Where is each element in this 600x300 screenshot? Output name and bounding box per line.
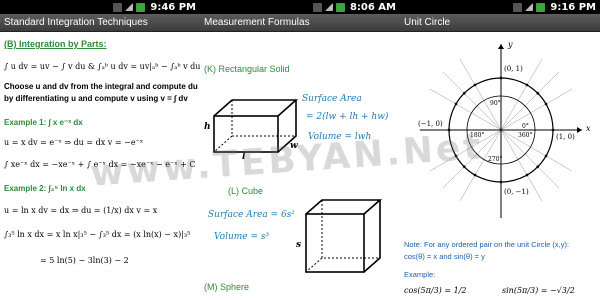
battery-icon bbox=[136, 2, 146, 12]
deg-180: 180° bbox=[470, 132, 485, 139]
status-time: 8:06 AM bbox=[349, 1, 396, 13]
example-cos: cos(5π/3) = 1/2 bbox=[404, 286, 467, 295]
point-top: (0, 1) bbox=[504, 65, 523, 73]
axis-x-label: x bbox=[586, 124, 591, 133]
screen-integration: 9:46 PM Standard Integration Techniques … bbox=[0, 0, 200, 300]
example-2-line-3: = 5 ln(5) − 3ln(3) − 2 bbox=[40, 256, 129, 265]
status-time: 9:46 PM bbox=[150, 1, 196, 13]
section-k-title: (K) Rectangular Solid bbox=[204, 64, 290, 74]
status-bar: 9:46 PM bbox=[0, 0, 200, 14]
rectangular-solid-figure bbox=[213, 99, 299, 153]
network-3g-icon bbox=[113, 2, 123, 12]
l-volume-formula: Volume = s³ bbox=[214, 232, 270, 242]
measurement-content: (K) Rectangular Solid h l w Surface Area… bbox=[200, 32, 400, 300]
app-title: Measurement Formulas bbox=[200, 14, 400, 32]
deg-270: 270° bbox=[488, 156, 503, 163]
unit-circle-diagram bbox=[419, 44, 583, 218]
network-3g-icon bbox=[513, 2, 523, 12]
battery-icon bbox=[536, 2, 546, 12]
example-2-heading: Example 2: ∫₃⁵ ln x dx bbox=[4, 184, 86, 193]
angle-ray bbox=[459, 129, 502, 202]
example-2-line-1: u = ln x dv = dx ⇒ du = (1/x) dx v = x bbox=[4, 206, 158, 215]
deg-360: 360° bbox=[518, 132, 533, 139]
example-1-heading: Example 1: ∫ x e⁻ˣ dx bbox=[4, 118, 83, 127]
label-w: w bbox=[290, 141, 298, 151]
screenshot-collage: 9:46 PM Standard Integration Techniques … bbox=[0, 0, 600, 300]
angle-ray bbox=[459, 58, 502, 131]
k-volume-formula: Volume = lwh bbox=[308, 132, 372, 142]
example-label: Example: bbox=[404, 270, 436, 279]
angle-ray bbox=[500, 71, 560, 131]
section-m-title: (M) Sphere bbox=[204, 282, 250, 292]
signal-bars-icon bbox=[525, 3, 534, 11]
section-l-title: (L) Cube bbox=[228, 186, 264, 196]
k-surface-formula: = 2(lw + lh + hw) bbox=[306, 112, 389, 122]
label-h: h bbox=[204, 122, 211, 132]
signal-bars-icon bbox=[125, 3, 134, 11]
deg-0: 0° bbox=[522, 123, 529, 130]
angle-ray bbox=[500, 88, 573, 131]
signal-bars-icon bbox=[324, 3, 333, 11]
status-time: 9:16 PM bbox=[550, 1, 596, 13]
point-right: (1, 0) bbox=[556, 133, 575, 141]
k-surface-label: Surface Area bbox=[302, 94, 362, 104]
status-bar: 9:16 PM bbox=[400, 0, 600, 14]
app-title: Standard Integration Techniques bbox=[0, 14, 200, 32]
unit-circle-content: y x (0, 1) (0, −1) (−1, 0) (1, 0) 90° 18… bbox=[400, 32, 600, 300]
point-left: (−1, 0) bbox=[418, 120, 443, 128]
label-s: s bbox=[296, 240, 302, 250]
integration-content: (B) Integration by Parts: ∫ u dv = uv − … bbox=[0, 32, 200, 300]
description-line-1: Choose u and dv from the integral and co… bbox=[4, 82, 198, 91]
status-bar: 8:06 AM bbox=[200, 0, 400, 14]
point-bottom: (0, −1) bbox=[504, 188, 529, 196]
l-surface-formula: Surface Area = 6s² bbox=[208, 210, 295, 220]
cube-figure bbox=[305, 199, 383, 273]
note-line-1: Note: For any ordered pair on the unit C… bbox=[404, 240, 570, 249]
label-l: l bbox=[242, 152, 246, 162]
axis-y-label: y bbox=[508, 40, 513, 49]
formula-parts: ∫ u dv = uv − ∫ v du & ∫ₐᵇ u dv = uv|ₐᵇ … bbox=[4, 62, 200, 71]
section-heading: (B) Integration by Parts: bbox=[4, 39, 107, 49]
note-line-2: cos(θ) = x and sin(θ) = y bbox=[404, 252, 485, 261]
screen-unit-circle: 9:16 PM Unit Circle y x (0, 1) (0, −1) (… bbox=[400, 0, 600, 300]
angle-ray bbox=[429, 129, 502, 172]
example-1-line-1: u = x dv = e⁻ˣ ⇒ du = dx v = −e⁻ˣ bbox=[4, 138, 144, 147]
example-2-line-2: ∫₃⁵ ln x dx = x ln x|₃⁵ − ∫₃⁵ dx = (x ln… bbox=[4, 230, 191, 239]
network-3g-icon bbox=[312, 2, 322, 12]
app-title: Unit Circle bbox=[400, 14, 600, 32]
example-1-line-2: ∫ xe⁻ˣ dx = −xe⁻ˣ + ∫ e⁻ˣ dx = −xe⁻ˣ − e… bbox=[4, 160, 196, 169]
battery-icon bbox=[335, 2, 345, 12]
description-line-2: by differentiating u and compute v using… bbox=[4, 94, 188, 103]
deg-90: 90° bbox=[490, 100, 501, 107]
example-sin: sin(5π/3) = −√3/2 bbox=[502, 286, 575, 295]
screen-measurement: 8:06 AM Measurement Formulas (K) Rectang… bbox=[200, 0, 400, 300]
